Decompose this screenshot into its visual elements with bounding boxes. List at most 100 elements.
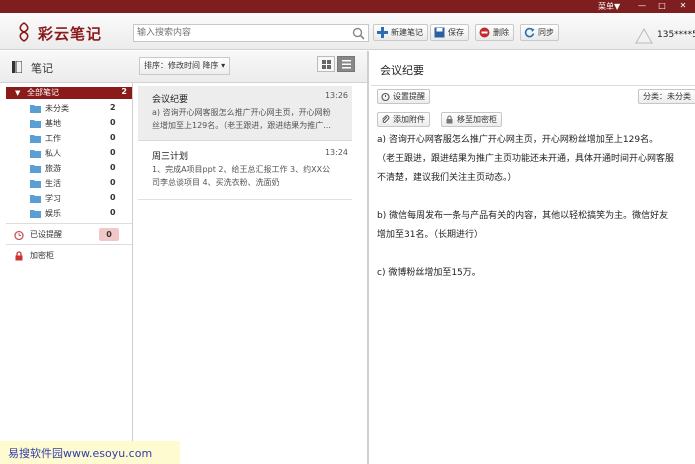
folder-icon [30,165,41,173]
note-body-line: 不清楚，建议我们关注主页动态。） [377,173,517,183]
note-title: 会议纪要 [152,95,189,105]
note-list-item[interactable]: 周三计划 13:24 1、完成A项目ppt 2、给王总汇报工作 3、约XX公 司… [138,143,352,198]
note-body[interactable]: a) 咨询开心网客服怎么推广开心网主页，开心网粉丝增加至上129名。 （老王跟进… [377,131,695,283]
new-note-button[interactable]: 新建笔记 [373,24,428,41]
paperclip-icon [382,115,390,124]
user-phone: 135****5 [657,30,695,40]
expand-triangle-icon[interactable]: ▼ [15,89,20,97]
app-logo: 彩云笔记 [16,21,126,43]
folder-icon [30,180,41,188]
save-icon [434,27,445,38]
alarm-clock-icon [381,92,390,101]
folder-count: 0 [110,118,116,127]
folder-label: 娱乐 [45,209,61,218]
save-button[interactable]: 保存 [430,24,469,41]
folder-icon [30,135,41,143]
set-reminder-label: 设置提醒 [393,92,425,101]
user-icon [635,28,653,44]
note-body-line: a) 咨询开心网客服怎么推广开心网主页，开心网粉丝增加至上129名。 [377,135,659,145]
all-notes-label: 全部笔记 [27,88,59,97]
all-notes-count: 2 [121,87,127,96]
note-list-pane: 排序：修改时间 降序 ▾ 会议纪要 13:26 a) 咨询开心网客服怎么推广开心… [133,51,369,464]
notebook-icon [12,61,22,73]
folder-icon [30,105,41,113]
folder-count: 2 [110,103,116,112]
grid-view-button[interactable] [317,56,335,72]
sidebar-item-reminders[interactable]: 已设提醒 0 [0,228,133,243]
note-snippet-line: a) 咨询开心网客服怎么推广开心网主页，开心网粉 [152,108,331,117]
close-button[interactable]: ✕ [677,1,689,11]
search-box[interactable] [133,24,369,42]
plus-icon [377,27,388,38]
search-icon[interactable] [352,27,365,40]
sidebar-item-folder[interactable]: 工作 0 [0,132,133,147]
folder-count: 0 [110,163,116,172]
main-menu-button[interactable]: 菜单▼ [598,1,620,12]
note-snippet-line: 司李总谈项目 4、买洗衣粉、洗面奶 [152,178,280,187]
sidebar-title: 笔记 [31,62,53,75]
delete-button[interactable]: 删除 [475,24,514,41]
sync-label: 同步 [538,28,554,37]
user-account[interactable]: 135****5 [635,28,695,44]
sync-button[interactable]: 同步 [520,24,559,41]
sort-dropdown[interactable]: 排序：修改时间 降序 ▾ [139,57,231,75]
note-snippet-line: 1、完成A项目ppt 2、给王总汇报工作 3、约XX公 [152,165,331,174]
watermark-text: 易搜软件园www.esoyu.com [8,447,153,460]
sidebar-item-folder[interactable]: 娱乐 0 [0,207,133,222]
note-body-line [377,188,695,207]
maximize-button[interactable]: □ [656,1,668,11]
search-input[interactable] [134,25,344,41]
sidebar-item-folder[interactable]: 未分类 2 [0,102,133,117]
note-snippet: 1、完成A项目ppt 2、给王总汇报工作 3、约XX公 司李总谈项目 4、买洗衣… [152,163,352,189]
note-snippet: a) 咨询开心网客服怎么推广开心网主页，开心网粉 丝增加至上129名。（老王跟进… [152,106,352,132]
note-divider [138,199,352,200]
note-title: 周三计划 [152,152,189,162]
folder-icon [30,150,41,158]
list-view-button[interactable] [337,56,355,72]
delete-icon [479,27,490,38]
folder-label: 学习 [45,194,61,203]
note-snippet-line: 丝增加至上129名。（老王跟进，跟进结果为推广... [152,121,331,130]
sidebar-item-folder[interactable]: 基地 0 [0,117,133,132]
folder-count: 0 [110,193,116,202]
save-label: 保存 [448,28,464,37]
note-list-header: 排序：修改时间 降序 ▾ [133,51,367,83]
note-list-item[interactable]: 会议纪要 13:26 a) 咨询开心网客服怎么推广开心网主页，开心网粉 丝增加至… [138,86,352,141]
minimize-button[interactable]: — [636,1,648,11]
title-bar: 菜单▼ — □ ✕ [0,0,695,13]
set-reminder-button[interactable]: 设置提醒 [377,89,430,104]
alarm-clock-icon [14,230,24,240]
note-time: 13:24 [324,148,348,157]
folder-icon [30,210,41,218]
reminders-count-badge: 0 [99,228,119,241]
move-to-vault-button[interactable]: 移至加密柜 [441,112,502,127]
add-attachment-label: 添加附件 [393,115,425,124]
sidebar-item-folder[interactable]: 旅游 0 [0,162,133,177]
sidebar-item-vault[interactable]: 加密柜 [0,249,133,264]
folder-label: 未分类 [45,104,69,113]
note-editor: 会议纪要 设置提醒 分类：未分类 添加附件 移至加密柜 a) 咨询开心网客服怎么… [371,51,695,464]
note-body-line: （老王跟进，跟进结果为推广主页功能还未开通，具体开通时间开心网客服 [377,154,675,164]
folder-count: 0 [110,148,116,157]
list-view-icon [342,60,351,69]
sync-icon [524,27,535,38]
sidebar-divider [6,244,132,245]
sidebar-divider [6,223,132,224]
category-dropdown[interactable]: 分类：未分类 [638,89,695,104]
notebook-sidebar: 笔记 ▼ 全部笔记 2 未分类 2 基地 0 工作 0 私人 0 旅游 0 生活… [0,51,133,464]
sidebar-item-all-notes[interactable]: ▼ 全部笔记 2 [6,87,132,99]
add-attachment-button[interactable]: 添加附件 [377,112,430,127]
note-body-line: c) 微博粉丝增加至15万。 [377,268,481,278]
sidebar-item-folder[interactable]: 私人 0 [0,147,133,162]
app-name: 彩云笔记 [38,25,103,43]
sidebar-header: 笔记 [0,51,133,83]
app-window: 菜单▼ — □ ✕ 彩云笔记 新建笔记 [0,0,695,464]
note-title-field[interactable]: 会议纪要 [380,62,424,78]
note-time: 13:26 [324,91,348,100]
folder-count: 0 [110,178,116,187]
cloud-logo-icon [19,22,29,42]
sidebar-item-folder[interactable]: 学习 0 [0,192,133,207]
folder-icon [30,195,41,203]
sidebar-item-folder[interactable]: 生活 0 [0,177,133,192]
move-to-vault-label: 移至加密柜 [457,115,497,124]
